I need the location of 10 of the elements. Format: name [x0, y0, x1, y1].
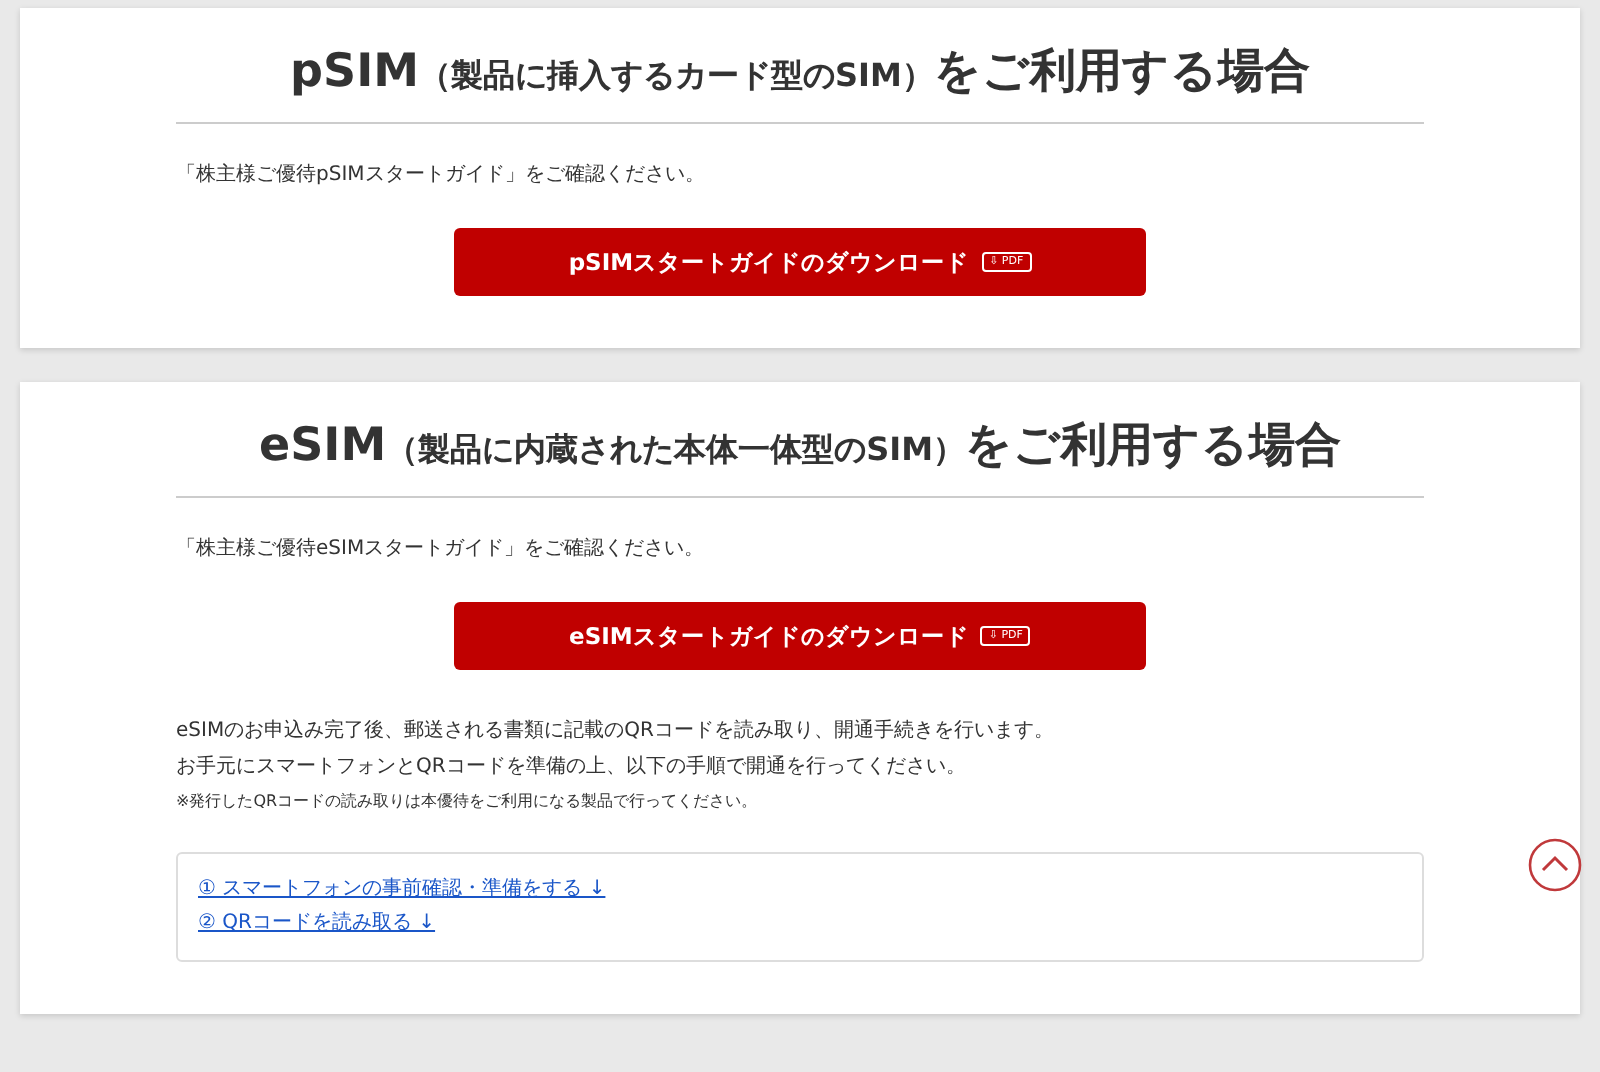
body-text: eSIMのお申込み完了後、郵送される書類に記載のQRコードを読み取り、開通手続きを行います。 — [176, 717, 1056, 746]
section-heading: pSIM（製品に挿入するカード型のSIM）をご利用する場合 — [176, 36, 1424, 124]
body-text: お手元にスマートフォンとQRコードを準備の上、以下の手順で開通を行ってください。 — [176, 753, 968, 782]
scroll-top-icon[interactable] — [1528, 838, 1582, 892]
note-text: ※発行したQRコードの読み取りは本優待をご利用になる製品で行ってください。 — [176, 790, 760, 812]
intro-text: 「株主様ご優待eSIMスタートガイド」をご確認ください。 — [176, 535, 707, 562]
section-heading: eSIM（製品に内蔵された本体一体型のSIM）をご利用する場合 — [176, 410, 1424, 498]
step-link[interactable]: ② QRコードを読み取る ↓ — [198, 908, 436, 936]
intro-text: 「株主様ご優待pSIMスタートガイド」をご確認ください。 — [176, 161, 707, 188]
step-link[interactable]: ① スマートフォンの事前確認・準備をする ↓ — [198, 874, 606, 902]
